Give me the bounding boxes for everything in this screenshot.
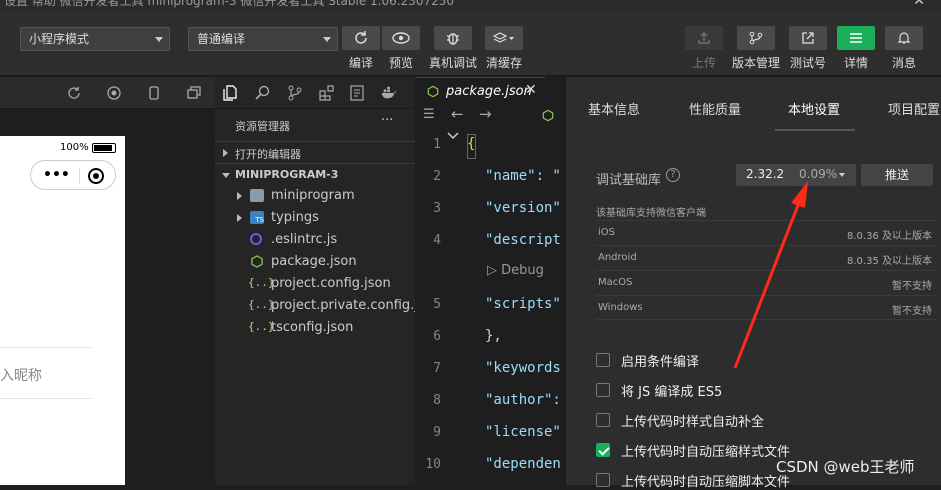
annotation-arrow (733, 181, 808, 369)
watermark: CSDN @web王老师 (776, 458, 915, 476)
